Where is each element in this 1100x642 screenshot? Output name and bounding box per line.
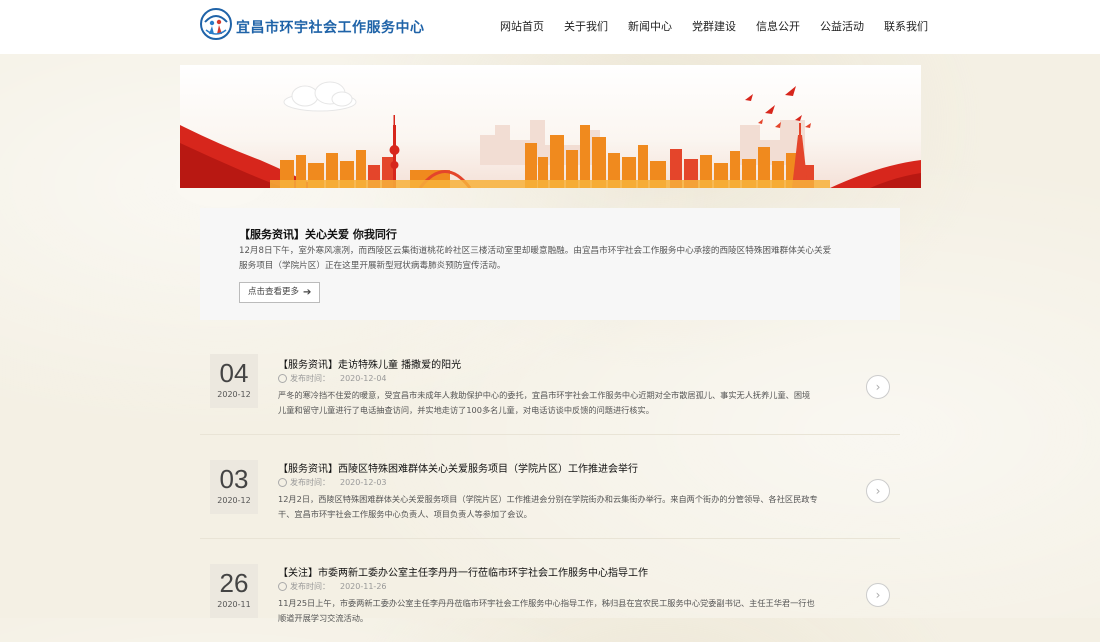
- news-meta: 发布时间： 2020-11-26: [278, 581, 387, 592]
- meta-label: 发布时间：: [290, 374, 330, 383]
- featured-news: 【服务资讯】关心关爱 你我同行 12月8日下午，室外寒风凛冽，而西陵区云集街道桃…: [200, 208, 900, 320]
- featured-text: 12月8日下午，室外寒风凛冽，而西陵区云集街道桃花岭社区三楼活动室里却暖意融融。…: [239, 246, 832, 271]
- publish-date: 2020-12-04: [340, 374, 387, 383]
- nav-news[interactable]: 新闻中心: [628, 18, 672, 34]
- nav-contact[interactable]: 联系我们: [884, 18, 928, 34]
- publish-date: 2020-11-26: [340, 582, 387, 591]
- banner-image: [180, 65, 921, 188]
- date-day: 04: [219, 358, 249, 388]
- date-box: 26 2020-11: [210, 564, 258, 618]
- header: 宜昌市环宇社会工作服务中心 网站首页 关于我们 新闻中心 党群建设 信息公开 公…: [0, 0, 1100, 54]
- date-year-month: 2020-11: [217, 600, 251, 609]
- clock-icon: [278, 374, 287, 383]
- news-title[interactable]: 【服务资讯】走访特殊儿童 播撒爱的阳光: [278, 356, 461, 371]
- news-item: 04 2020-12 【服务资讯】走访特殊儿童 播撒爱的阳光 发布时间： 202…: [200, 330, 900, 435]
- clock-icon: [278, 478, 287, 487]
- news-excerpt: 11月25日上午，市委两新工委办公室主任李丹丹莅临市环宇社会工作服务中心指导工作…: [278, 598, 815, 623]
- read-more-button[interactable]: 点击查看更多 ➔: [239, 282, 321, 303]
- chevron-right-icon[interactable]: ›: [866, 375, 890, 399]
- city-skyline-illustration: [180, 81, 921, 188]
- meta-label: 发布时间：: [290, 478, 330, 487]
- site-name[interactable]: 宜昌市环宇社会工作服务中心: [236, 17, 425, 37]
- news-title[interactable]: 【服务资讯】西陵区特殊困难群体关心关爱服务项目（学院片区）工作推进会举行: [278, 460, 638, 475]
- nav-about[interactable]: 关于我们: [564, 18, 608, 34]
- news-excerpt: 12月2日，西陵区特殊困难群体关心关爱服务项目（学院片区）工作推进会分别在学院街…: [278, 494, 818, 519]
- arrow-right-icon: ➔: [303, 287, 312, 298]
- logo-icon[interactable]: [200, 8, 232, 40]
- news-excerpt: 严冬的寒冷挡不住爱的暖意，受宜昌市未成年人救助保护中心的委托，宜昌市环宇社会工作…: [278, 390, 811, 415]
- nav-charity[interactable]: 公益活动: [820, 18, 864, 34]
- date-year-month: 2020-12: [217, 390, 251, 399]
- main-nav: 网站首页 关于我们 新闻中心 党群建设 信息公开 公益活动 联系我们: [500, 18, 948, 34]
- date-box: 03 2020-12: [210, 460, 258, 514]
- chevron-right-icon[interactable]: ›: [866, 479, 890, 503]
- nav-info[interactable]: 信息公开: [756, 18, 800, 34]
- date-day: 03: [219, 464, 249, 494]
- date-box: 04 2020-12: [210, 354, 258, 408]
- clock-icon: [278, 582, 287, 591]
- date-day: 26: [219, 568, 249, 598]
- featured-title[interactable]: 【服务资讯】关心关爱 你我同行: [239, 226, 397, 242]
- news-item: 26 2020-11 【关注】市委两新工委办公室主任李丹丹一行莅临市环宇社会工作…: [200, 538, 900, 642]
- date-year-month: 2020-12: [217, 496, 251, 505]
- news-meta: 发布时间： 2020-12-04: [278, 373, 387, 384]
- news-meta: 发布时间： 2020-12-03: [278, 477, 387, 488]
- read-more-label: 点击查看更多: [248, 287, 300, 297]
- publish-date: 2020-12-03: [340, 478, 387, 487]
- meta-label: 发布时间：: [290, 582, 330, 591]
- news-item: 03 2020-12 【服务资讯】西陵区特殊困难群体关心关爱服务项目（学院片区）…: [200, 434, 900, 539]
- news-title[interactable]: 【关注】市委两新工委办公室主任李丹丹一行莅临市环宇社会工作服务中心指导工作: [278, 564, 648, 579]
- nav-home[interactable]: 网站首页: [500, 18, 544, 34]
- chevron-right-icon[interactable]: ›: [866, 583, 890, 607]
- nav-party[interactable]: 党群建设: [692, 18, 736, 34]
